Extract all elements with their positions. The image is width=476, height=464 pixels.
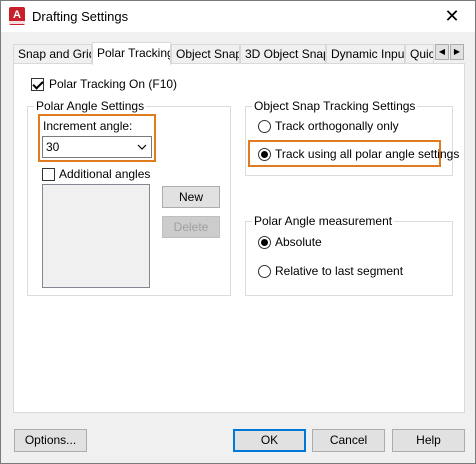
increment-angle-label: Increment angle: xyxy=(43,119,133,133)
track-polar-angles-radio[interactable] xyxy=(258,148,271,161)
polar-tracking-on-label: Polar Tracking On (F10) xyxy=(49,77,178,91)
tab-snap-and-grid[interactable]: Snap and Grid xyxy=(13,44,92,64)
absolute-label: Absolute xyxy=(275,235,322,249)
polar-angle-measurement-title: Polar Angle measurement xyxy=(252,214,395,228)
object-snap-tracking-title: Object Snap Tracking Settings xyxy=(252,99,418,113)
window-title: Drafting Settings xyxy=(32,9,129,24)
app-icon-letter: A xyxy=(13,9,21,21)
additional-angles-checkbox[interactable] xyxy=(42,168,55,181)
ok-button[interactable]: OK xyxy=(233,429,306,452)
additional-angles-list[interactable] xyxy=(42,184,150,288)
tab-object-snap[interactable]: Object Snap xyxy=(171,44,240,64)
polar-angle-measurement-group: Polar Angle measurement xyxy=(245,214,453,296)
autocad-app-icon: A xyxy=(9,7,25,25)
tab-dynamic-input[interactable]: Dynamic Input xyxy=(326,44,405,64)
drafting-settings-dialog: A Drafting Settings ✕ Snap and Grid Pola… xyxy=(0,0,476,464)
increment-angle-select[interactable]: 30 xyxy=(42,136,152,158)
tab-scroll-right-icon[interactable]: ▶ xyxy=(450,44,464,60)
track-orthogonally-label: Track orthogonally only xyxy=(275,119,399,133)
tab-3d-object-snap[interactable]: 3D Object Snap xyxy=(240,44,326,64)
help-button[interactable]: Help xyxy=(392,429,465,452)
polar-tracking-on-checkbox[interactable] xyxy=(31,78,44,91)
cancel-button[interactable]: Cancel xyxy=(312,429,385,452)
polar-tracking-panel: Polar Tracking On (F10) Polar Angle Sett… xyxy=(13,63,465,413)
new-angle-button[interactable]: New xyxy=(162,186,220,208)
tab-quick-properties[interactable]: Quic xyxy=(405,44,434,64)
tab-strip: Snap and Grid Polar Tracking Object Snap… xyxy=(13,42,465,65)
tab-scroll-left-icon[interactable]: ◀ xyxy=(435,44,449,60)
tab-polar-tracking[interactable]: Polar Tracking xyxy=(92,42,171,65)
close-icon[interactable]: ✕ xyxy=(429,1,475,32)
relative-to-last-segment-radio[interactable] xyxy=(258,265,271,278)
delete-angle-button[interactable]: Delete xyxy=(162,216,220,238)
title-bar: A Drafting Settings ✕ xyxy=(1,1,475,32)
options-button[interactable]: Options... xyxy=(14,429,87,452)
relative-to-last-segment-label: Relative to last segment xyxy=(275,264,404,278)
increment-angle-value: 30 xyxy=(46,140,60,154)
polar-angle-settings-title: Polar Angle Settings xyxy=(34,99,147,113)
absolute-radio[interactable] xyxy=(258,236,271,249)
additional-angles-label: Additional angles xyxy=(59,167,151,181)
chevron-down-icon xyxy=(137,144,147,150)
track-orthogonally-radio[interactable] xyxy=(258,120,271,133)
track-polar-angles-label: Track using all polar angle settings xyxy=(275,147,460,161)
